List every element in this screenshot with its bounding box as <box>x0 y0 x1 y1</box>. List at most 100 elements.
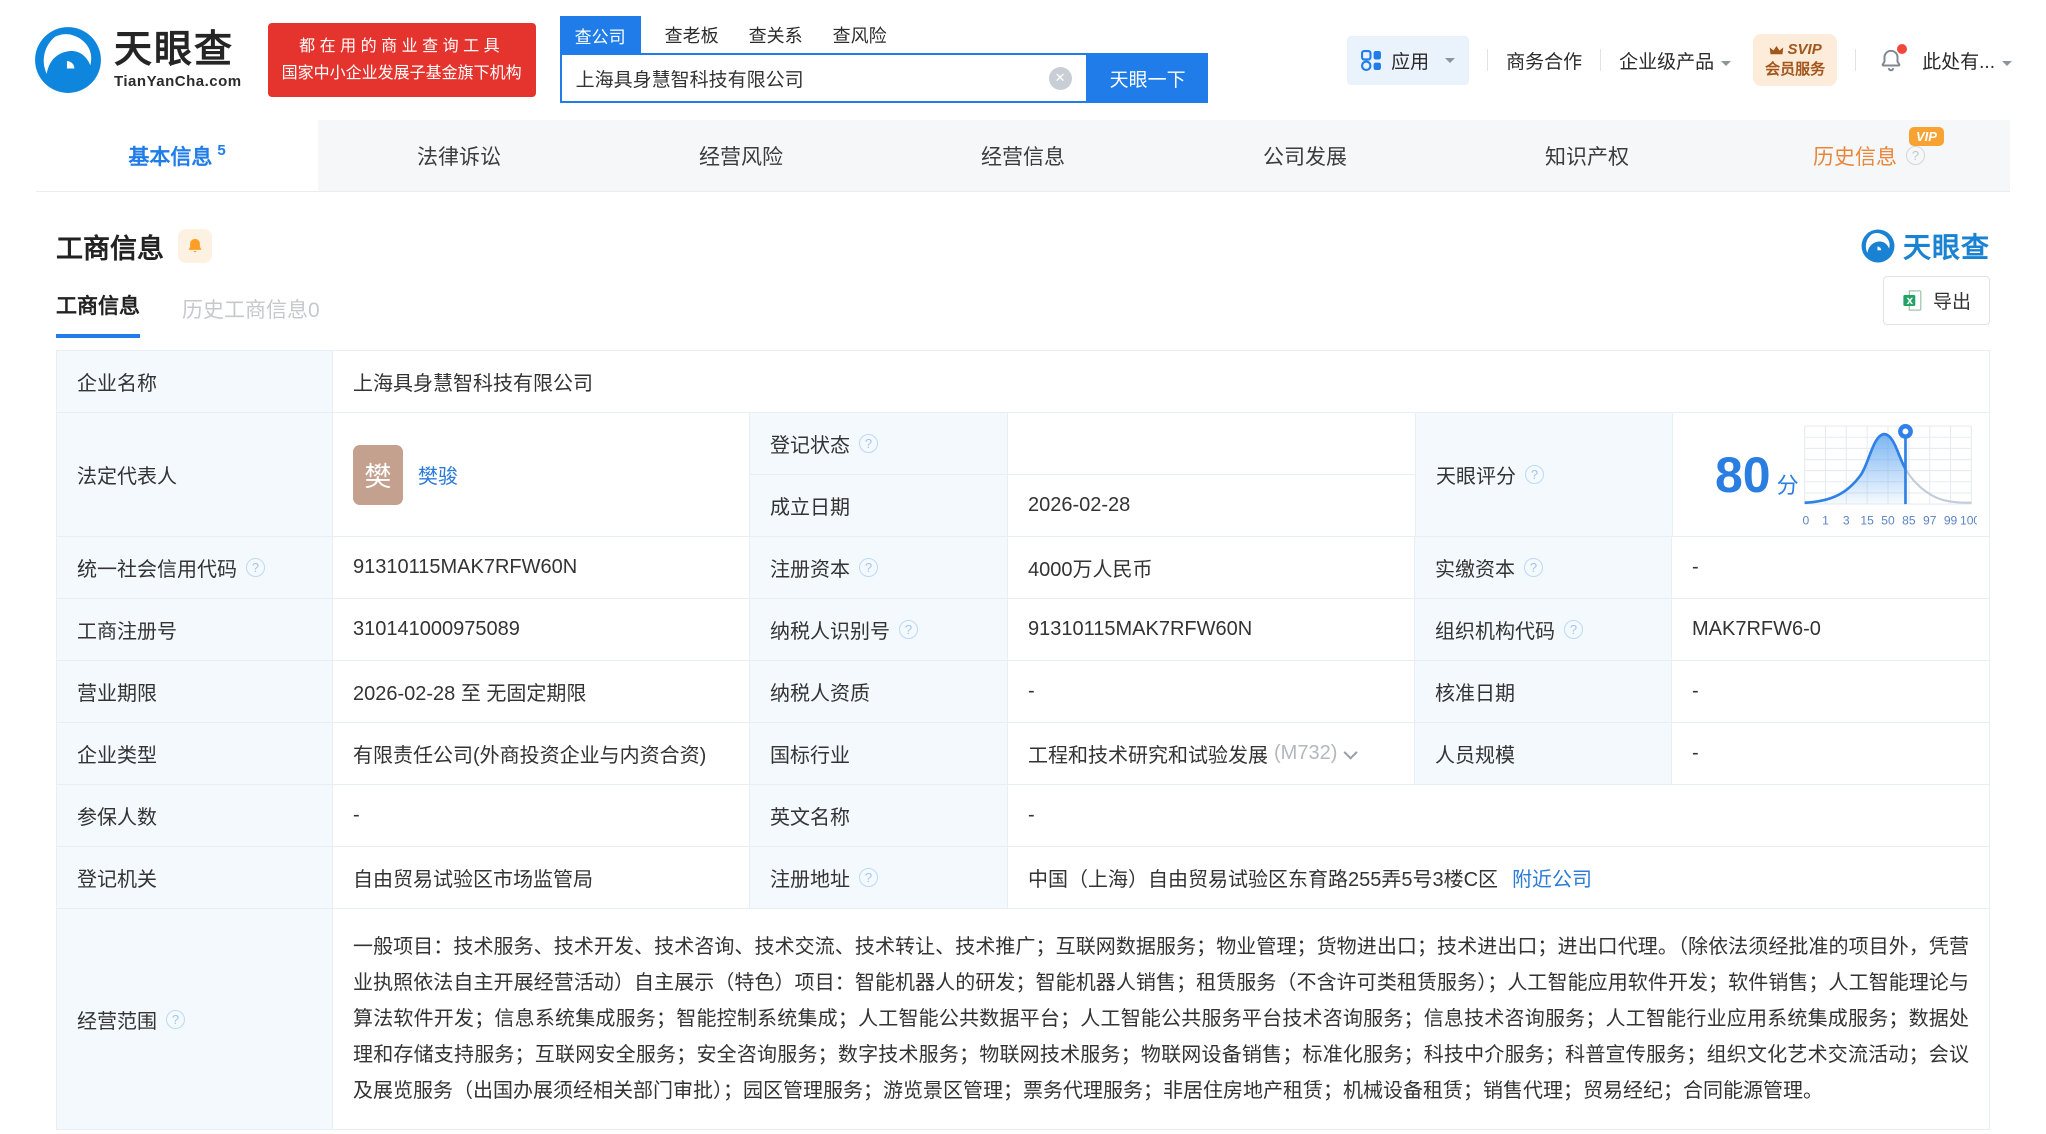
score-unit: 分 <box>1777 468 1799 500</box>
business-term-value: 2026-02-28 至 无固定期限 <box>333 661 750 722</box>
slogan-line1: 都在用的商业查询工具 <box>282 33 522 60</box>
help-icon[interactable]: ? <box>1564 620 1583 639</box>
reg-address-label: 注册地址? <box>750 847 1008 908</box>
reg-number-value: 310141000975089 <box>333 599 750 660</box>
subtab-history-business-info[interactable]: 历史工商信息0 <box>182 294 320 338</box>
caret-down-icon <box>2002 61 2012 71</box>
section-title: 工商信息 <box>56 227 164 266</box>
brand-domain: TianYanCha.com <box>114 73 242 90</box>
company-type-label: 企业类型 <box>57 723 333 784</box>
table-row-credit-code: 统一社会信用代码? 91310115MAK7RFW60N 注册资本? 4000万… <box>57 537 1989 599</box>
search-input[interactable]: 上海具身慧智科技有限公司 ✕ <box>560 53 1088 103</box>
monitor-bell-icon[interactable] <box>178 229 212 263</box>
search-module: 查公司 查老板 查关系 查风险 上海具身慧智科技有限公司 ✕ 天眼一下 <box>560 17 1208 103</box>
caret-down-icon <box>1721 61 1731 71</box>
excel-icon <box>1902 289 1924 312</box>
business-scope-label: 经营范围? <box>57 909 333 1129</box>
approval-date-label: 核准日期 <box>1415 661 1672 722</box>
help-icon[interactable]: ? <box>1524 558 1543 577</box>
tab-company-development[interactable]: 公司发展 <box>1164 120 1446 191</box>
help-icon[interactable]: ? <box>859 558 878 577</box>
staff-size-value: - <box>1672 723 1989 784</box>
org-code-value: MAK7RFW6-0 <box>1672 599 1989 660</box>
reg-authority-value: 自由贸易试验区市场监管局 <box>333 847 750 908</box>
est-date-value: 2026-02-28 <box>1008 475 1415 536</box>
nav-business-cooperation[interactable]: 商务合作 <box>1506 47 1582 74</box>
reg-capital-value: 4000万人民币 <box>1008 537 1415 598</box>
taxpayer-qual-value: - <box>1008 661 1415 722</box>
table-row-reg-number: 工商注册号 310141000975089 纳税人识别号? 91310115MA… <box>57 599 1989 661</box>
svg-text:1: 1 <box>1822 513 1829 527</box>
tab-legal-proceedings[interactable]: 法律诉讼 <box>318 120 600 191</box>
tab-operating-info[interactable]: 经营信息 <box>882 120 1164 191</box>
header-nav: 应用 商务合作 企业级产品 SVIP 会员服务 此处有... <box>1347 34 2012 86</box>
reg-authority-label: 登记机关 <box>57 847 333 908</box>
svip-membership-badge[interactable]: SVIP 会员服务 <box>1753 34 1837 86</box>
search-tab-company[interactable]: 查公司 <box>560 16 641 55</box>
search-tab-boss[interactable]: 查老板 <box>665 22 719 48</box>
search-tab-relation[interactable]: 查关系 <box>749 22 803 48</box>
search-tab-risk[interactable]: 查风险 <box>833 22 887 48</box>
help-icon[interactable]: ? <box>166 1010 185 1029</box>
reg-status-label: 登记状态? <box>750 413 1008 474</box>
clear-search-icon[interactable]: ✕ <box>1049 67 1072 90</box>
business-scope-value: 一般项目：技术服务、技术开发、技术咨询、技术交流、技术转让、技术推广；互联网数据… <box>333 909 1989 1129</box>
tab-operating-risk[interactable]: 经营风险 <box>600 120 882 191</box>
nearby-companies-link[interactable]: 附近公司 <box>1512 863 1592 892</box>
help-icon[interactable]: ? <box>1525 465 1544 484</box>
business-info-table: 企业名称 上海具身慧智科技有限公司 法定代表人 樊 樊骏 登记状态? 成立日期 … <box>56 350 1990 1130</box>
tianyancha-watermark: 天眼查 <box>1861 226 1990 266</box>
svg-text:0: 0 <box>1802 513 1809 527</box>
tab-basic-info[interactable]: 基本信息 5 <box>36 120 318 191</box>
insured-count-label: 参保人数 <box>57 785 333 846</box>
reg-address-value: 中国（上海）自由贸易试验区东育路255弄5号3楼C区 附近公司 <box>1008 847 1989 908</box>
reg-status-value <box>1008 413 1415 474</box>
business-info-subtabs: 工商信息 历史工商信息0 导出 <box>56 290 1990 338</box>
tab-history-info[interactable]: VIP 历史信息 ? <box>1728 120 2010 191</box>
export-button[interactable]: 导出 <box>1883 276 1990 325</box>
credit-code-value: 91310115MAK7RFW60N <box>333 537 750 598</box>
tianyancha-logo[interactable]: 天眼查 TianYanCha.com <box>34 26 242 94</box>
tianyancha-watermark-icon <box>1861 229 1895 263</box>
nav-enterprise-products[interactable]: 企业级产品 <box>1619 47 1731 74</box>
subtab-business-info[interactable]: 工商信息 <box>56 290 140 338</box>
chevron-down-icon[interactable] <box>1344 745 1358 759</box>
industry-label: 国标行业 <box>750 723 1008 784</box>
table-subrow-est-date: 成立日期 2026-02-28 <box>750 475 1415 536</box>
company-type-value: 有限责任公司(外商投资企业与内资合资) <box>333 723 750 784</box>
taxpayer-qual-label: 纳税人资质 <box>750 661 1008 722</box>
table-row-reg-authority: 登记机关 自由贸易试验区市场监管局 注册地址? 中国（上海）自由贸易试验区东育路… <box>57 847 1989 909</box>
score-distribution-chart: 0 1 3 15 50 85 97 99 100 <box>1799 418 1977 531</box>
nav-divider <box>1487 49 1488 71</box>
legal-rep-value: 樊 樊骏 <box>333 413 750 536</box>
insured-count-value: - <box>333 785 750 846</box>
reg-capital-label: 注册资本? <box>750 537 1008 598</box>
company-name-value: 上海具身慧智科技有限公司 <box>333 351 1989 412</box>
table-row-company-name: 企业名称 上海具身慧智科技有限公司 <box>57 351 1989 413</box>
reg-number-label: 工商注册号 <box>57 599 333 660</box>
svg-text:50: 50 <box>1881 513 1895 527</box>
apps-label: 应用 <box>1391 47 1429 74</box>
apps-menu[interactable]: 应用 <box>1347 36 1469 85</box>
notification-bell-icon[interactable] <box>1878 47 1904 73</box>
paid-capital-label: 实缴资本? <box>1415 537 1672 598</box>
score-label: 天眼评分? <box>1416 413 1673 536</box>
nav-more[interactable]: 此处有... <box>1922 47 2012 74</box>
search-button[interactable]: 天眼一下 <box>1088 53 1208 103</box>
help-icon[interactable]: ? <box>859 868 878 887</box>
crown-icon <box>1769 45 1784 56</box>
tab-intellectual-property[interactable]: 知识产权 <box>1446 120 1728 191</box>
help-icon[interactable]: ? <box>246 558 265 577</box>
help-icon[interactable]: ? <box>859 434 878 453</box>
tianyancha-logo-icon <box>34 26 102 94</box>
taxpayer-id-value: 91310115MAK7RFW60N <box>1008 599 1415 660</box>
table-row-company-type: 企业类型 有限责任公司(外商投资企业与内资合资) 国标行业 工程和技术研究和试验… <box>57 723 1989 785</box>
business-term-label: 营业期限 <box>57 661 333 722</box>
svg-text:99: 99 <box>1943 513 1957 527</box>
vip-tag: VIP <box>1909 127 1944 146</box>
legal-rep-avatar[interactable]: 樊 <box>353 445 403 505</box>
help-icon[interactable]: ? <box>899 620 918 639</box>
search-input-value: 上海具身慧智科技有限公司 <box>576 65 1049 92</box>
legal-rep-link[interactable]: 樊骏 <box>418 460 458 489</box>
business-info-section: 工商信息 天眼查 工商信息 历史工商信息0 导出 <box>0 226 2046 1130</box>
